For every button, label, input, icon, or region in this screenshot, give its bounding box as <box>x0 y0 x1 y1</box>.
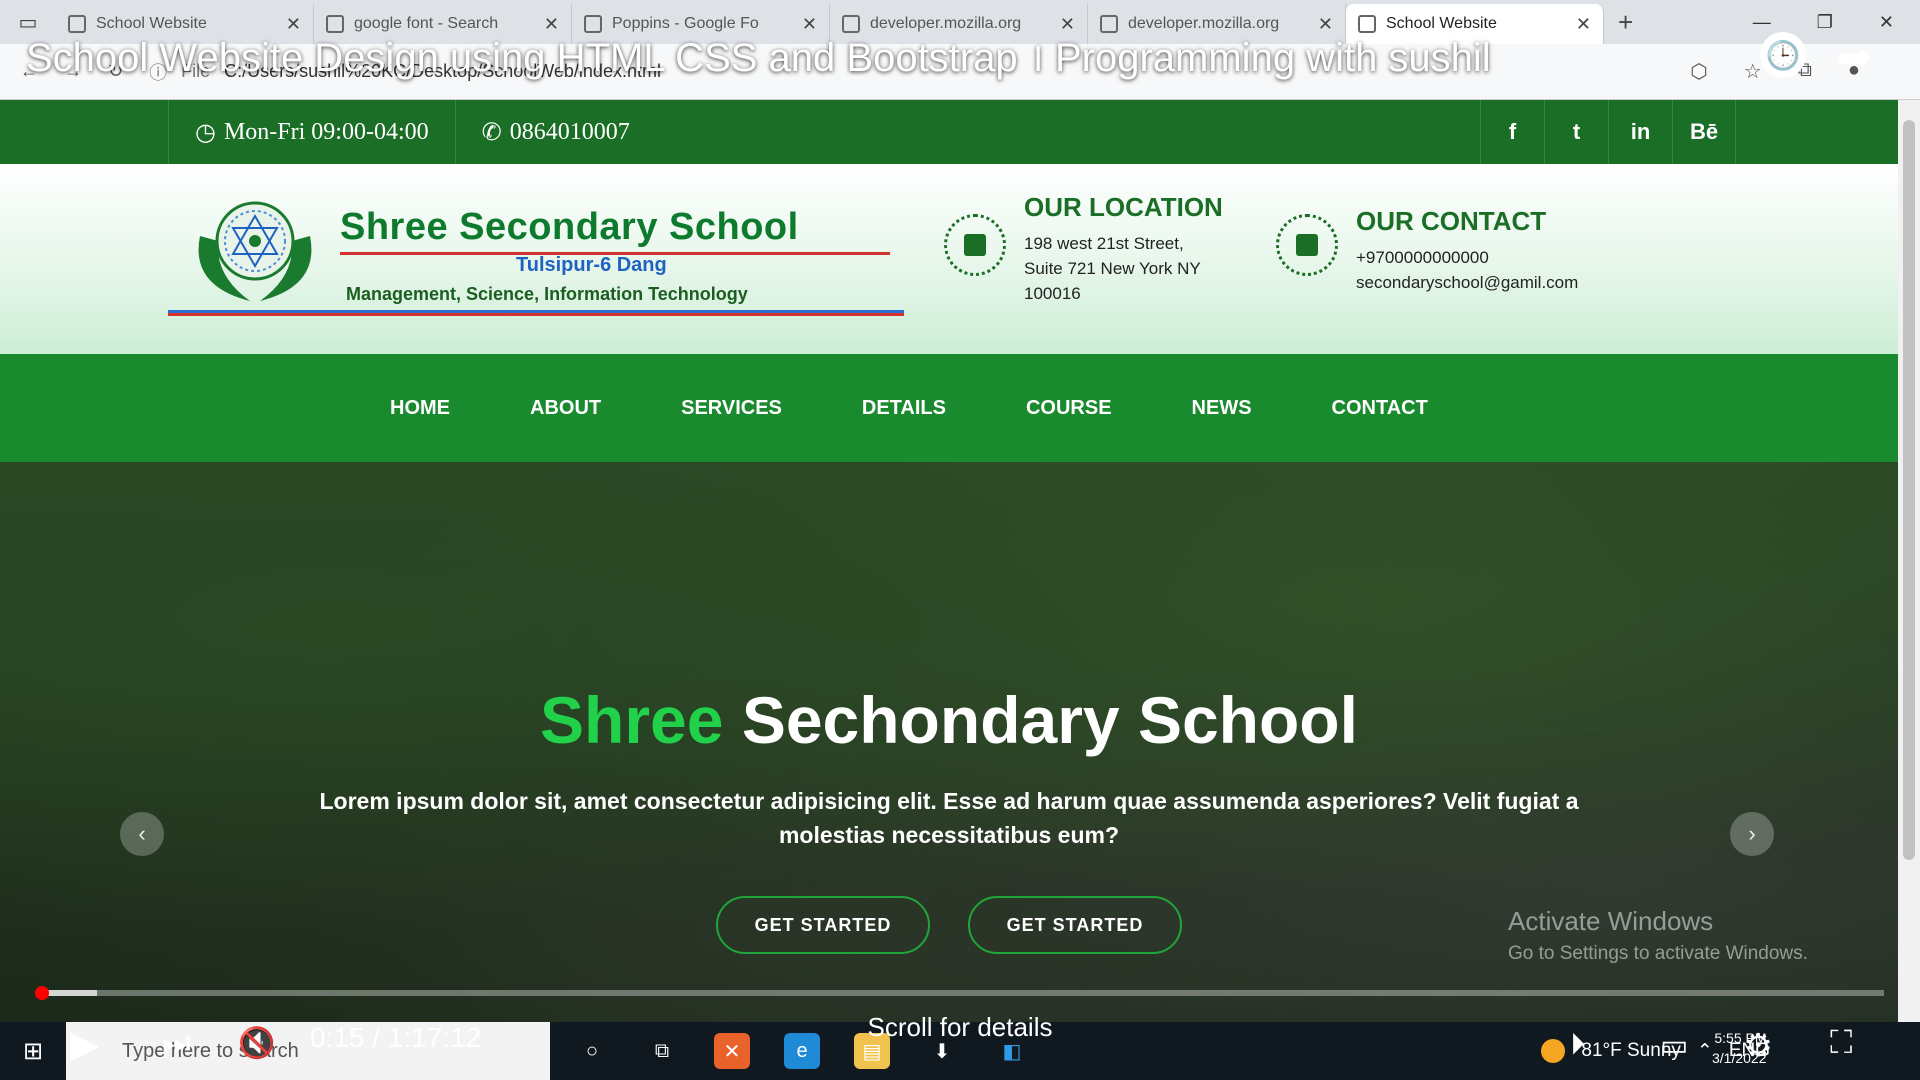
nav-home[interactable]: HOME <box>390 397 450 420</box>
autoplay-toggle-icon[interactable]: ⏵ <box>1570 1028 1585 1062</box>
hero-title: Shree Sechondary School <box>0 682 1898 758</box>
main-nav: HOME ABOUT SERVICES DETAILS COURSE NEWS … <box>0 354 1898 462</box>
map-icon <box>944 214 1006 276</box>
minimize-icon[interactable]: — <box>1753 12 1771 33</box>
website-viewport: ◷ Mon-Fri 09:00-04:00 ✆ 0864010007 f t in … <box>0 100 1898 1022</box>
progress-scrubber[interactable] <box>34 986 49 1000</box>
next-icon[interactable]: ⏭ <box>162 1024 191 1062</box>
settings-gear-icon[interactable]: ⚙ <box>1744 1026 1773 1064</box>
nav-details[interactable]: DETAILS <box>862 397 946 420</box>
contact-block: OUR CONTACT +9700000000000 secondaryscho… <box>1276 206 1578 295</box>
address-line: 198 west 21st Street, <box>1024 234 1184 253</box>
hero-carousel: ‹ › Shree Sechondary School Lorem ipsum … <box>0 462 1898 1022</box>
school-emblem-icon <box>198 201 312 301</box>
hours-text: Mon-Fri 09:00-04:00 <box>223 118 429 145</box>
video-time: 0:15 / 1:17:12 <box>310 1022 482 1053</box>
twitter-icon[interactable]: t <box>1544 100 1608 164</box>
scroll-for-details[interactable]: Scroll for details <box>0 1012 1920 1043</box>
nav-contact[interactable]: CONTACT <box>1332 397 1428 420</box>
logo-underline <box>168 310 904 316</box>
social-links: f t in Bē <box>1480 100 1736 164</box>
contact-phone: +9700000000000 <box>1356 248 1489 267</box>
share-icon[interactable]: ➦ <box>1836 32 1873 83</box>
nav-services[interactable]: SERVICES <box>681 397 782 420</box>
play-icon[interactable]: ▶ <box>70 1022 99 1067</box>
get-started-button[interactable]: GET STARTED <box>968 896 1182 954</box>
phone-text: 0864010007 <box>509 118 630 145</box>
close-window-icon[interactable]: ✕ <box>1879 12 1894 33</box>
exit-fullscreen-icon[interactable]: ⛶ <box>1830 1024 1852 1062</box>
mute-icon[interactable]: 🔇 <box>238 1026 275 1061</box>
extensions-icon[interactable]: ⬡ <box>1690 59 1707 84</box>
video-progress-bar[interactable] <box>34 986 1884 1000</box>
nav-course[interactable]: COURSE <box>1026 397 1112 420</box>
contact-email: secondaryschool@gamil.com <box>1356 273 1579 292</box>
contact-heading: OUR CONTACT <box>1356 206 1547 236</box>
location-block: OUR LOCATION 198 west 21st Street, Suite… <box>944 192 1223 306</box>
top-info-bar: ◷ Mon-Fri 09:00-04:00 ✆ 0864010007 f t in … <box>0 100 1898 164</box>
get-started-button[interactable]: GET STARTED <box>716 896 930 954</box>
video-title[interactable]: School Website Design using HTML CSS and… <box>26 28 1491 83</box>
page-scrollbar[interactable] <box>1898 100 1920 1022</box>
hero-text: Lorem ipsum dolor sit, amet consectetur … <box>319 788 1579 848</box>
location-heading: OUR LOCATION <box>1024 192 1223 222</box>
school-place: Tulsipur-6 Dang <box>516 254 667 276</box>
watermark-text: Go to Settings to activate Windows. <box>1508 943 1808 964</box>
activate-windows-watermark: Activate Windows Go to Settings to activ… <box>1508 906 1808 965</box>
behance-icon[interactable]: Bē <box>1672 100 1736 164</box>
address-line: 100016 <box>1024 284 1081 303</box>
phone-icon: ✆ <box>481 119 502 146</box>
site-header: Shree Secondary School Tulsipur-6 Dang M… <box>0 164 1898 354</box>
school-streams: Management, Science, Information Technol… <box>346 284 748 304</box>
window-controls: — ❐ ✕ <box>1753 12 1920 33</box>
watch-later-icon[interactable]: 🕒 <box>1760 32 1806 78</box>
map-icon <box>1276 214 1338 276</box>
facebook-icon[interactable]: f <box>1480 100 1544 164</box>
linkedin-icon[interactable]: in <box>1608 100 1672 164</box>
new-tab-button[interactable]: + <box>1618 7 1633 38</box>
scrollbar-thumb[interactable] <box>1903 120 1915 860</box>
watermark-title: Activate Windows <box>1508 906 1714 936</box>
school-logo[interactable]: Shree Secondary School Tulsipur-6 Dang M… <box>168 196 904 322</box>
close-tab-icon[interactable]: ✕ <box>1576 14 1591 35</box>
clock-icon: ◷ <box>195 119 216 146</box>
address-line: Suite 721 New York NY <box>1024 259 1201 278</box>
hero-title-rest: Sechondary School <box>741 683 1358 757</box>
restore-icon[interactable]: ❐ <box>1817 12 1833 33</box>
hours-item: ◷ Mon-Fri 09:00-04:00 <box>168 100 455 164</box>
nav-news[interactable]: NEWS <box>1192 397 1252 420</box>
school-name: Shree Secondary School <box>340 206 799 248</box>
favorites-icon[interactable]: ☆ <box>1744 59 1762 84</box>
phone-item: ✆ 0864010007 <box>454 100 656 164</box>
subtitles-icon[interactable]: ▭ <box>1660 1028 1688 1063</box>
nav-about[interactable]: ABOUT <box>530 397 601 420</box>
hero-title-highlight: Shree <box>540 683 724 757</box>
